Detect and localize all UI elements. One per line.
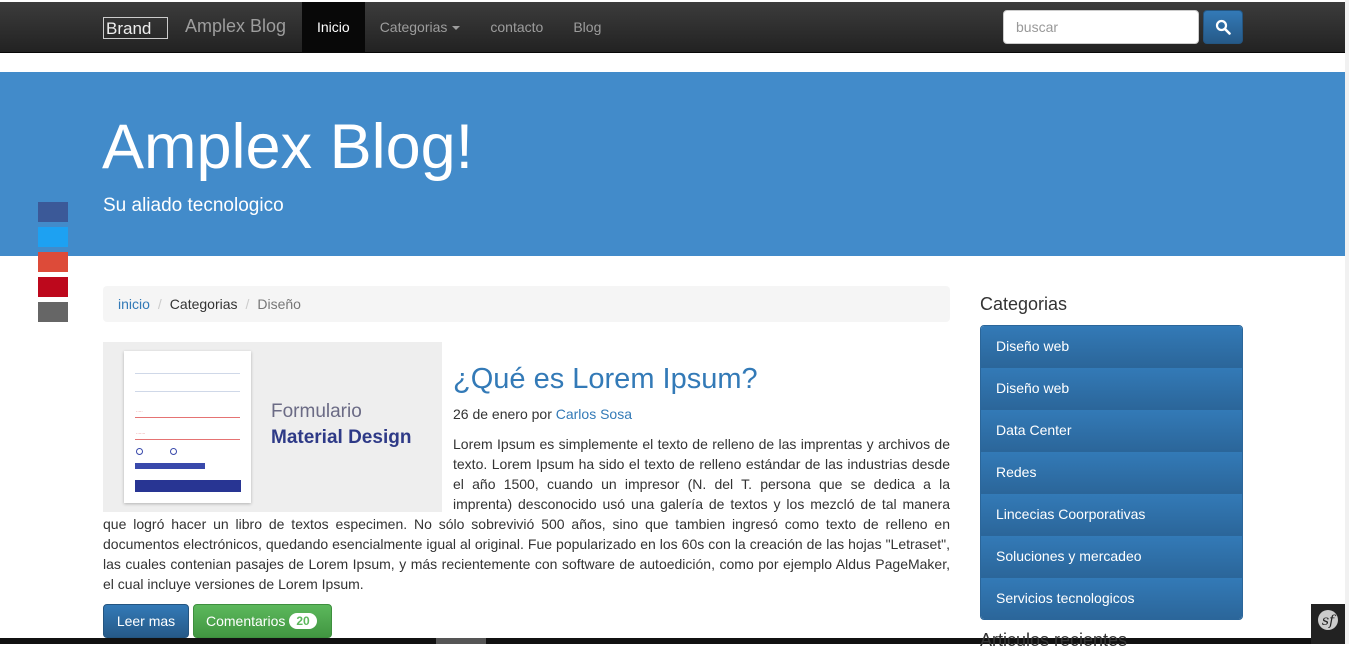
- page-scrollbar[interactable]: [1345, 0, 1349, 644]
- thumbnail-caption-line1: Formulario: [271, 401, 362, 422]
- facebook-share-button[interactable]: [38, 202, 68, 222]
- bottom-toolbar: [0, 638, 1345, 644]
- sidebar-item-licencias[interactable]: Lincecias Coorporativas: [981, 494, 1242, 536]
- search-input[interactable]: [1003, 10, 1199, 44]
- debug-toolbar-toggle[interactable]: sf: [1311, 604, 1345, 644]
- read-more-button[interactable]: Leer mas: [103, 604, 189, 638]
- hero-subtitle: Su aliado tecnologico: [103, 195, 284, 216]
- search-icon: [1215, 19, 1231, 35]
- sidebar-category-list: Diseño web Diseño web Data Center Redes …: [980, 325, 1243, 620]
- sidebar-item-diseno-web[interactable]: Diseño web: [981, 326, 1242, 368]
- nav-item-blog[interactable]: Blog: [558, 2, 616, 52]
- form-illustration: ····· ·······: [124, 351, 251, 503]
- read-more-label: Leer mas: [116, 613, 176, 629]
- symfony-logo-icon: sf: [1318, 610, 1338, 630]
- bottom-toolbar-segment: [436, 638, 486, 644]
- blog-post: ····· ······· Formulario Material Design…: [103, 342, 950, 594]
- pinterest-share-button[interactable]: [38, 277, 68, 297]
- breadcrumb-separator: /: [245, 296, 250, 312]
- breadcrumb-item-active: Diseño: [257, 296, 301, 312]
- sidebar-item-soluciones[interactable]: Soluciones y mercadeo: [981, 536, 1242, 578]
- sidebar-item-servicios[interactable]: Servicios tecnologicos: [981, 578, 1242, 619]
- nav-item-label: Categorias: [379, 19, 448, 35]
- caret-down-icon: [452, 26, 461, 31]
- comments-button[interactable]: Comentarios 20: [193, 604, 332, 638]
- post-date: 26 de enero por: [453, 406, 552, 422]
- sidebar-item-diseno-web-2[interactable]: Diseño web: [981, 368, 1242, 410]
- twitter-share-button[interactable]: [38, 227, 68, 247]
- thumbnail-caption-line2: Material Design: [271, 427, 412, 448]
- breadcrumb-item-categorias: Categorias: [169, 296, 238, 312]
- top-navbar: Brand Amplex Blog Inicio Categorias cont…: [0, 2, 1345, 53]
- hero-title: Amplex Blog!: [102, 112, 474, 182]
- sidebar-recent-posts-title: Articulos recientes: [980, 630, 1128, 650]
- breadcrumb-link-inicio[interactable]: inicio: [118, 296, 150, 312]
- comments-count-badge: 20: [289, 613, 317, 629]
- nav-item-label: Inicio: [317, 19, 350, 35]
- brand-logo-image[interactable]: Brand: [103, 17, 168, 39]
- search-button[interactable]: [1203, 10, 1243, 44]
- sidebar-categories-title: Categorias: [980, 294, 1068, 314]
- nav-item-categorias[interactable]: Categorias: [365, 2, 476, 52]
- nav-item-label: contacto: [490, 19, 544, 35]
- brand-name[interactable]: Amplex Blog: [185, 16, 286, 37]
- post-thumbnail[interactable]: ····· ······· Formulario Material Design: [103, 342, 442, 512]
- more-share-button[interactable]: [38, 302, 68, 322]
- main-nav: Inicio Categorias contacto Blog: [302, 2, 616, 52]
- breadcrumb-separator: /: [157, 296, 162, 312]
- nav-item-contacto[interactable]: contacto: [475, 2, 558, 52]
- google-plus-share-button[interactable]: [38, 252, 68, 272]
- sidebar-item-data-center[interactable]: Data Center: [981, 410, 1242, 452]
- nav-item-inicio[interactable]: Inicio: [302, 2, 365, 52]
- breadcrumb: inicio / Categorias / Diseño: [103, 286, 950, 322]
- sidebar-item-redes[interactable]: Redes: [981, 452, 1242, 494]
- nav-item-label: Blog: [573, 19, 602, 35]
- post-author-link[interactable]: Carlos Sosa: [556, 406, 632, 422]
- comments-label: Comentarios: [206, 613, 286, 629]
